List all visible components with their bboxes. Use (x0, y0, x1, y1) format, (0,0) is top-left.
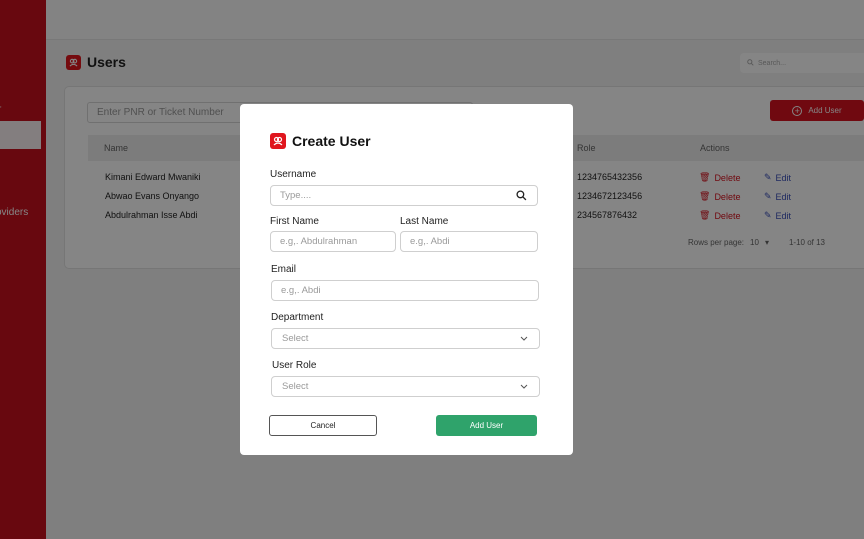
chevron-down-icon (519, 333, 529, 346)
email-placeholder: e.g,. Abdi (281, 285, 321, 296)
users-icon (270, 133, 286, 149)
last-name-field[interactable]: e.g,. Abdi (400, 231, 538, 252)
email-label: Email (271, 264, 297, 275)
department-label: Department (271, 312, 324, 323)
last-name-label: Last Name (400, 216, 449, 227)
cancel-button[interactable]: Cancel (269, 415, 377, 436)
department-select-value: Select (282, 333, 309, 344)
username-label: Username (270, 169, 317, 180)
user-role-select[interactable]: Select (271, 376, 540, 397)
modal-title: Create User (270, 133, 371, 149)
search-icon[interactable] (516, 190, 527, 204)
user-role-select-value: Select (282, 381, 309, 392)
username-field[interactable]: Type.... (270, 185, 538, 206)
add-user-submit-button[interactable]: Add User (436, 415, 537, 436)
user-role-label: User Role (272, 360, 317, 371)
last-name-placeholder: e.g,. Abdi (410, 236, 450, 247)
email-field[interactable]: e.g,. Abdi (271, 280, 539, 301)
chevron-down-icon (519, 381, 529, 394)
first-name-label: First Name (270, 216, 319, 227)
create-user-modal: Create User Username Type.... First Name… (240, 104, 573, 455)
department-select[interactable]: Select (271, 328, 540, 349)
modal-title-text: Create User (292, 133, 371, 149)
first-name-placeholder: e.g,. Abdulrahman (280, 236, 358, 247)
first-name-field[interactable]: e.g,. Abdulrahman (270, 231, 396, 252)
username-placeholder: Type.... (280, 190, 312, 201)
